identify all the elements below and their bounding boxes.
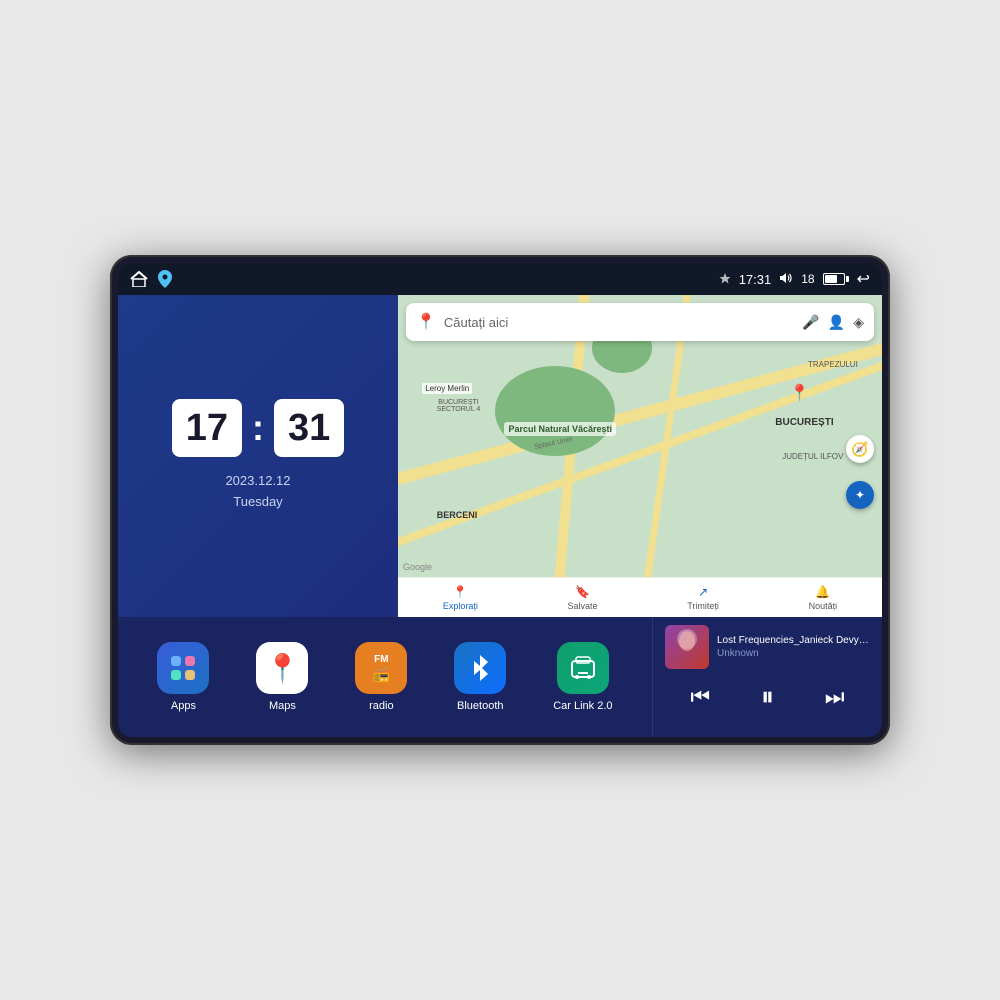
- share-icon: ↗: [698, 585, 708, 599]
- bottom-section: Apps 📍 Maps FM 📻: [118, 617, 882, 737]
- grid-dot: [185, 656, 195, 666]
- map-label-ilfov: JUDEȚUL ILFOV: [782, 452, 843, 461]
- music-prev-button[interactable]: ⏮: [690, 684, 710, 710]
- maps-pin-icon: 📍: [265, 652, 300, 685]
- back-button[interactable]: ↩: [857, 269, 870, 289]
- layers-icon[interactable]: ◈: [853, 314, 864, 331]
- music-title: Lost Frequencies_Janieck Devy-...: [717, 635, 870, 646]
- battery-icon: [823, 273, 849, 285]
- map-label-bucuresti: BUCUREȘTI: [775, 417, 833, 428]
- map-search-bar[interactable]: 📍 Căutați aici 🎤 👤 ◈: [406, 303, 874, 341]
- app-label-apps: Apps: [171, 700, 196, 712]
- apps-grid: [161, 646, 205, 690]
- map-nav-trimiteti[interactable]: ↗ Trimiteți: [687, 585, 719, 611]
- music-panel: Lost Frequencies_Janieck Devy-... Unknow…: [652, 617, 882, 737]
- save-icon: 🔖: [575, 585, 590, 599]
- music-artist: Unknown: [717, 648, 870, 659]
- map-nav-noutati[interactable]: 🔔 Noutăți: [809, 585, 838, 611]
- map-nav-explorati-label: Explorați: [443, 601, 478, 611]
- explore-icon: 📍: [453, 585, 468, 599]
- map-nav-salvate[interactable]: 🔖 Salvate: [568, 585, 598, 611]
- map-panel[interactable]: Parcul Natural Văcărești Leroy Merlin BE…: [398, 295, 882, 617]
- volume-icon[interactable]: [779, 272, 793, 287]
- car-display-device: 17:31 18 ↩: [110, 255, 890, 745]
- map-pin-icon: 📍: [789, 383, 809, 403]
- radio-fm-text: FM: [374, 654, 388, 665]
- app-label-maps: Maps: [269, 700, 296, 712]
- status-left: [130, 270, 172, 288]
- map-label-parcul: Parcul Natural Văcărești: [504, 422, 616, 436]
- music-thumbnail: [665, 625, 709, 669]
- map-nav-noutati-label: Noutăți: [809, 601, 838, 611]
- app-item-bluetooth[interactable]: Bluetooth: [454, 642, 506, 712]
- microphone-icon[interactable]: 🎤: [802, 314, 819, 331]
- clock-hours: 17: [172, 399, 242, 457]
- music-next-button[interactable]: ⏭: [825, 684, 845, 710]
- main-content: 17 : 31 2023.12.12 Tuesday: [118, 295, 882, 737]
- map-label-leroy: Leroy Merlin: [422, 383, 472, 394]
- music-play-pause-button[interactable]: ⏸: [761, 681, 774, 713]
- carlink-icon: [557, 642, 609, 694]
- clock-panel: 17 : 31 2023.12.12 Tuesday: [118, 295, 398, 617]
- google-maps-logo: Google: [403, 562, 432, 572]
- map-label-trapez: TRAPEZULUI: [808, 360, 858, 369]
- app-label-carlink: Car Link 2.0: [553, 700, 612, 712]
- map-nav-trimiteti-label: Trimiteți: [687, 601, 719, 611]
- status-time: 17:31: [739, 272, 772, 287]
- app-item-apps[interactable]: Apps: [157, 642, 209, 712]
- radio-inner: FM 📻: [373, 654, 390, 683]
- map-nav-salvate-label: Salvate: [568, 601, 598, 611]
- news-icon: 🔔: [815, 585, 830, 599]
- map-nav-explorati[interactable]: 📍 Explorați: [443, 585, 478, 611]
- map-visual: Parcul Natural Văcărești Leroy Merlin BE…: [398, 349, 882, 577]
- grid-dot: [185, 670, 195, 680]
- volume-level: 18: [801, 272, 814, 286]
- app-item-carlink[interactable]: Car Link 2.0: [553, 642, 612, 712]
- music-info: Lost Frequencies_Janieck Devy-... Unknow…: [665, 625, 870, 669]
- status-bar: 17:31 18 ↩: [118, 263, 882, 295]
- map-navigate-button[interactable]: ✦: [846, 481, 874, 509]
- apps-icon: [157, 642, 209, 694]
- bluetooth-icon: [454, 642, 506, 694]
- status-right: 17:31 18 ↩: [719, 269, 870, 289]
- map-search-text[interactable]: Căutați aici: [444, 315, 794, 330]
- home-icon[interactable]: [130, 271, 148, 287]
- music-text: Lost Frequencies_Janieck Devy-... Unknow…: [717, 635, 870, 659]
- app-label-radio: radio: [369, 700, 393, 712]
- grid-dot: [171, 656, 181, 666]
- radio-icon: FM 📻: [355, 642, 407, 694]
- maps-status-icon[interactable]: [158, 270, 172, 288]
- top-section: 17 : 31 2023.12.12 Tuesday: [118, 295, 882, 617]
- clock-colon: :: [252, 407, 264, 449]
- clock-date: 2023.12.12 Tuesday: [225, 471, 290, 513]
- radio-wave-icon: 📻: [373, 666, 390, 683]
- app-label-bluetooth: Bluetooth: [457, 700, 503, 712]
- app-item-radio[interactable]: FM 📻 radio: [355, 642, 407, 712]
- map-label-berceni: BERCENI: [437, 510, 478, 520]
- apps-row: Apps 📍 Maps FM 📻: [118, 617, 652, 737]
- map-label-sector: BUCUREȘTISECTORUL 4: [437, 399, 481, 413]
- device-screen: 17:31 18 ↩: [118, 263, 882, 737]
- app-item-maps[interactable]: 📍 Maps: [256, 642, 308, 712]
- map-bottom-nav: 📍 Explorați 🔖 Salvate ↗ Trimiteți 🔔: [398, 577, 882, 617]
- map-search-pin-icon: 📍: [416, 312, 436, 332]
- clock-minutes: 31: [274, 399, 344, 457]
- map-compass-button[interactable]: 🧭: [846, 435, 874, 463]
- maps-icon: 📍: [256, 642, 308, 694]
- clock-display: 17 : 31: [172, 399, 345, 457]
- music-controls: ⏮ ⏸ ⏭: [665, 677, 870, 717]
- map-label-splai: Splaiul Unirii: [533, 436, 573, 451]
- gps-icon: [719, 272, 731, 287]
- account-icon[interactable]: 👤: [828, 314, 845, 331]
- map-search-icons: 🎤 👤 ◈: [802, 314, 864, 331]
- grid-dot: [171, 670, 181, 680]
